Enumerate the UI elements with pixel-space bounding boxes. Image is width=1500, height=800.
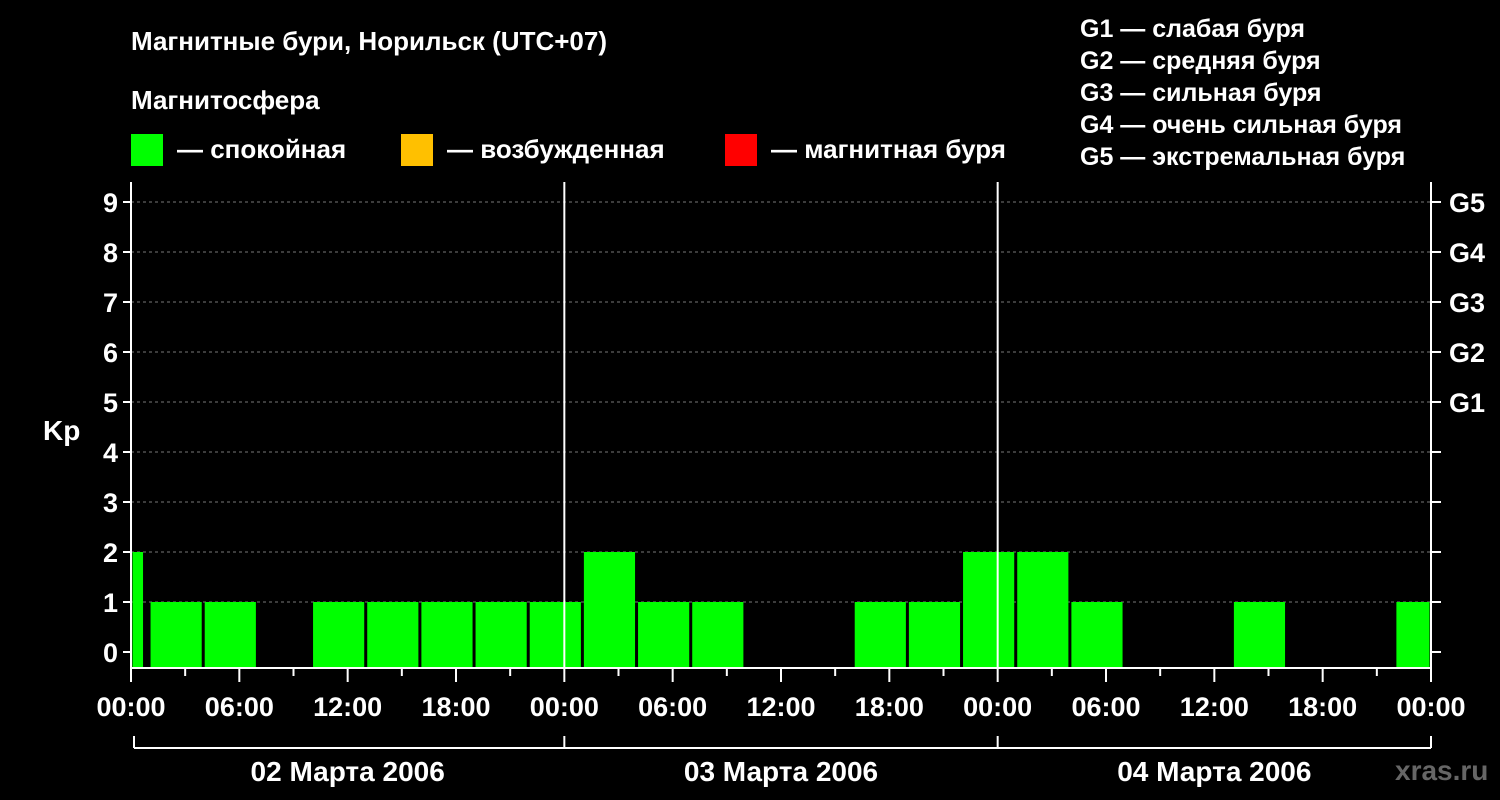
x-tick-label: 06:00 <box>638 692 707 722</box>
right-tick-label: G5 <box>1449 188 1485 218</box>
y-tick-label: 3 <box>103 488 118 518</box>
y-tick-label: 6 <box>103 338 118 368</box>
storm-level-g5: G5 — экстремальная буря <box>1080 143 1405 171</box>
kp-bar <box>583 552 636 668</box>
day-label: 03 Марта 2006 <box>684 756 878 787</box>
kp-bar <box>1396 602 1430 668</box>
x-tick-label: 12:00 <box>313 692 382 722</box>
x-tick-label: 18:00 <box>421 692 490 722</box>
kp-bar <box>204 602 256 668</box>
x-tick-label: 06:00 <box>1071 692 1140 722</box>
storm-level-list: G1 — слабая буря G2 — средняя буря G3 — … <box>1080 15 1405 171</box>
kp-bar <box>1017 552 1069 668</box>
right-tick-label: G1 <box>1449 388 1485 418</box>
storm-level-g1: G1 — слабая буря <box>1080 15 1305 43</box>
y-tick-label: 9 <box>103 188 118 218</box>
chart-title: Магнитные бури, Норильск (UTC+07) <box>131 26 607 56</box>
kp-bar <box>313 602 365 668</box>
kp-bar <box>132 552 144 668</box>
y-tick-label: 1 <box>103 588 118 618</box>
y-tick-label: 8 <box>103 238 118 268</box>
storm-level-g3: G3 — сильная буря <box>1080 79 1322 107</box>
kp-bar <box>908 602 961 668</box>
state-legend: — спокойная — возбужденная — магнитная б… <box>131 134 1006 166</box>
kp-bar <box>1071 602 1123 668</box>
x-tick-label: 00:00 <box>530 692 599 722</box>
kp-bar <box>367 602 419 668</box>
kp-bar <box>150 602 202 668</box>
x-tick-label: 18:00 <box>1288 692 1357 722</box>
right-tick-label: G4 <box>1449 238 1485 268</box>
legend-swatch-excited <box>401 134 433 166</box>
x-tick-label: 06:00 <box>205 692 274 722</box>
kp-bar <box>854 602 906 668</box>
y-tick-label: 7 <box>103 288 118 318</box>
legend-label-storm: — магнитная буря <box>771 134 1006 164</box>
x-tick-label: 00:00 <box>963 692 1032 722</box>
legend-label-excited: — возбужденная <box>447 134 665 164</box>
kp-bar <box>638 602 690 668</box>
kp-bar <box>963 552 1015 668</box>
plot-area: 0 1 2 3 4 5 6 7 8 9 G1 G2 G3 G4 G5 00:00 06:00 12:00 18:00… <box>96 182 1485 787</box>
x-tick-label: 18:00 <box>855 692 924 722</box>
kp-bar <box>529 602 581 668</box>
kp-bar <box>475 602 527 668</box>
legend-swatch-storm <box>725 134 757 166</box>
day-label: 04 Марта 2006 <box>1117 756 1311 787</box>
watermark: xras.ru <box>1395 755 1488 786</box>
y-tick-label: 2 <box>103 538 118 568</box>
day-label: 02 Марта 2006 <box>251 756 445 787</box>
kp-chart: Магнитные бури, Норильск (UTC+07) Магнит… <box>43 15 1488 787</box>
right-tick-label: G3 <box>1449 288 1485 318</box>
right-tick-label: G2 <box>1449 338 1485 368</box>
y-tick-label: 0 <box>103 638 118 668</box>
kp-bar <box>692 602 744 668</box>
magnetosphere-label: Магнитосфера <box>131 85 320 115</box>
y-axis-label: Kp <box>43 415 80 446</box>
legend-label-calm: — спокойная <box>177 134 346 164</box>
legend-swatch-calm <box>131 134 163 166</box>
y-tick-label: 4 <box>103 438 118 468</box>
storm-level-g4: G4 — очень сильная буря <box>1080 111 1402 139</box>
x-tick-label: 00:00 <box>1396 692 1465 722</box>
x-tick-label: 00:00 <box>96 692 165 722</box>
y-tick-label: 5 <box>103 388 118 418</box>
kp-bar <box>1233 602 1286 668</box>
x-tick-label: 12:00 <box>746 692 815 722</box>
kp-bar <box>421 602 473 668</box>
storm-level-g2: G2 — средняя буря <box>1080 47 1321 75</box>
x-tick-label: 12:00 <box>1180 692 1249 722</box>
